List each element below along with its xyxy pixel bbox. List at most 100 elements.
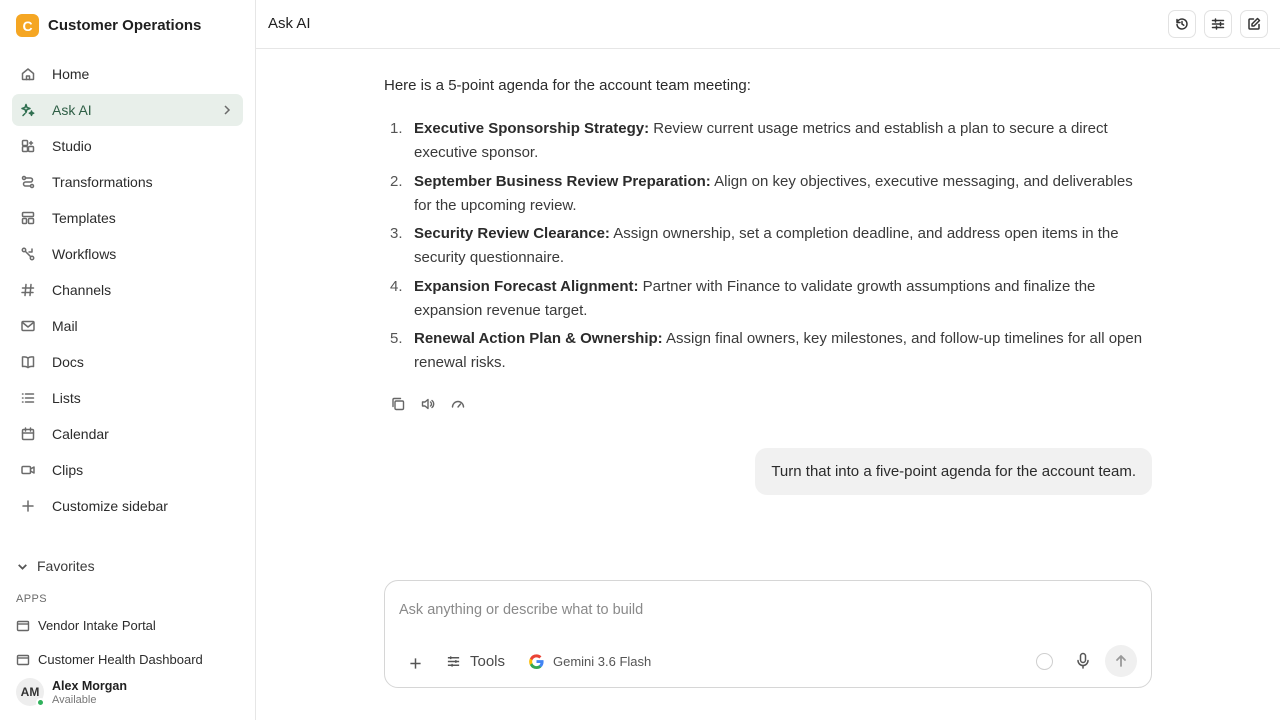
sidebar-item-lists[interactable]: Lists xyxy=(12,382,243,414)
agenda-item-title: Security Review Clearance: xyxy=(414,225,610,242)
copy-icon[interactable] xyxy=(390,396,406,412)
list-item: 1. Executive Sponsorship Strategy: Review… xyxy=(384,117,1152,165)
sidebar-item-customize[interactable]: Customize sidebar xyxy=(12,490,243,522)
workspace-badge: C xyxy=(16,14,39,37)
sliders-icon xyxy=(446,654,461,669)
user-name: Alex Morgan xyxy=(52,678,128,693)
sidebar-item-clips[interactable]: Clips xyxy=(12,454,243,486)
agenda-item-title: Expansion Forecast Alignment: xyxy=(414,277,639,295)
list-item: 5. Renewal Action Plan & Ownership: Assig… xyxy=(384,327,1152,375)
sidebar-item-studio[interactable]: Studio xyxy=(12,130,243,162)
favorites-label: Favorites xyxy=(37,558,95,574)
model-label: Gemini 3.6 Flash xyxy=(553,654,652,669)
sidebar-item-home[interactable]: Home xyxy=(12,58,243,90)
history-icon xyxy=(1175,17,1189,31)
list-number: 5. xyxy=(390,330,403,347)
hash-icon xyxy=(20,282,36,298)
avatar-initials: AM xyxy=(20,685,40,699)
agenda-item-title: Executive Sponsorship Strategy: xyxy=(414,120,650,137)
list-item: 4. Expansion Forecast Alignment: Partner … xyxy=(384,275,1152,323)
transform-icon xyxy=(20,174,36,190)
sidebar-item-label: Docs xyxy=(52,354,84,370)
tools-label: Tools xyxy=(470,653,506,670)
sidebar-item-docs[interactable]: Docs xyxy=(12,346,243,378)
list-item: 2. September Business Review Preparation:… xyxy=(384,170,1152,218)
sparkle-icon xyxy=(20,102,36,118)
apps-section-label: APPS xyxy=(16,593,47,605)
gauge-icon[interactable] xyxy=(450,396,466,412)
sidebar-item-label: Channels xyxy=(52,282,112,298)
app-window-icon xyxy=(16,653,30,667)
message-actions xyxy=(390,396,466,412)
sidebar-item-transformations[interactable]: Transformations xyxy=(12,166,243,198)
assistant-intro: Here is a 5-point agenda for the account… xyxy=(384,77,751,94)
agenda-item-title: September Business Review Preparation: xyxy=(414,172,711,190)
new-chat-button[interactable] xyxy=(1240,10,1268,38)
sidebar-item-label: Transformations xyxy=(52,174,153,190)
favorites-toggle[interactable]: Favorites xyxy=(16,558,95,574)
tools-button[interactable]: Tools xyxy=(446,653,505,670)
app-link-vendor-intake[interactable]: Vendor Intake Portal xyxy=(16,618,156,633)
workspace-name: Customer Operations xyxy=(48,17,202,34)
sidebar-item-label: Clips xyxy=(52,462,84,478)
list-number: 2. xyxy=(390,172,403,190)
plus-icon xyxy=(409,657,422,670)
book-icon xyxy=(20,354,36,370)
sidebar-item-label: Templates xyxy=(52,210,116,226)
sidebar-item-label: Mail xyxy=(52,318,78,334)
home-icon xyxy=(20,66,36,82)
prompt-input[interactable] xyxy=(399,602,1119,618)
settings-button[interactable] xyxy=(1204,10,1232,38)
page-title: Ask AI xyxy=(268,15,311,32)
user-status: Available xyxy=(52,693,97,706)
agenda-item-title: Renewal Action Plan & Ownership: xyxy=(414,330,663,347)
sidebar-item-ask-ai[interactable]: Ask AI xyxy=(12,94,243,126)
app-window-icon xyxy=(16,619,30,633)
status-spinner-icon xyxy=(1036,653,1053,670)
chevron-down-icon xyxy=(16,560,29,573)
sidebar-item-templates[interactable]: Templates xyxy=(12,202,243,234)
list-item: 3. Security Review Clearance: Assign owne… xyxy=(384,222,1152,270)
list-number: 1. xyxy=(390,120,403,137)
app-link-label: Vendor Intake Portal xyxy=(38,618,156,633)
history-button[interactable] xyxy=(1168,10,1196,38)
plus-icon xyxy=(20,498,36,514)
model-selector[interactable]: Gemini 3.6 Flash xyxy=(528,653,651,670)
app-link-customer-health[interactable]: Customer Health Dashboard xyxy=(16,652,203,667)
presence-indicator xyxy=(36,698,45,707)
sidebar-item-label: Ask AI xyxy=(52,102,92,118)
mail-icon xyxy=(20,318,36,334)
list-icon xyxy=(20,390,36,406)
template-icon xyxy=(20,210,36,226)
avatar: AM xyxy=(16,678,45,707)
sidebar-item-calendar[interactable]: Calendar xyxy=(12,418,243,450)
sidebar-item-mail[interactable]: Mail xyxy=(12,310,243,342)
list-number: 3. xyxy=(390,225,403,242)
app-link-label: Customer Health Dashboard xyxy=(38,652,203,667)
sidebar-item-channels[interactable]: Channels xyxy=(12,274,243,306)
attach-button[interactable] xyxy=(405,653,425,673)
studio-icon xyxy=(20,138,36,154)
prompt-composer: Tools Gemini 3.6 Flash xyxy=(384,580,1152,688)
google-g-icon xyxy=(528,653,545,670)
send-button[interactable] xyxy=(1105,645,1137,677)
video-icon xyxy=(20,462,36,478)
sidebar-item-label: Workflows xyxy=(52,246,117,262)
agenda-list: 1. Executive Sponsorship Strategy: Review… xyxy=(384,117,1152,380)
workflow-icon xyxy=(20,246,36,262)
sidebar-item-label: Studio xyxy=(52,138,92,154)
chevron-right-icon[interactable] xyxy=(219,102,235,118)
arrow-up-icon xyxy=(1114,654,1128,668)
workspace-switcher[interactable]: C Customer Operations xyxy=(16,14,201,37)
sidebar-nav: Home Ask AI Studio Transformations Templ… xyxy=(12,58,243,526)
sidebar-item-label: Lists xyxy=(52,390,81,406)
new-chat-icon xyxy=(1247,17,1261,31)
user-profile[interactable]: AM Alex Morgan Available xyxy=(16,678,128,707)
settings-sliders-icon xyxy=(1211,17,1225,31)
calendar-icon xyxy=(20,426,36,442)
microphone-icon xyxy=(1075,652,1091,670)
speaker-icon[interactable] xyxy=(420,396,436,412)
list-number: 4. xyxy=(390,277,403,295)
sidebar-item-workflows[interactable]: Workflows xyxy=(12,238,243,270)
microphone-button[interactable] xyxy=(1075,652,1091,670)
